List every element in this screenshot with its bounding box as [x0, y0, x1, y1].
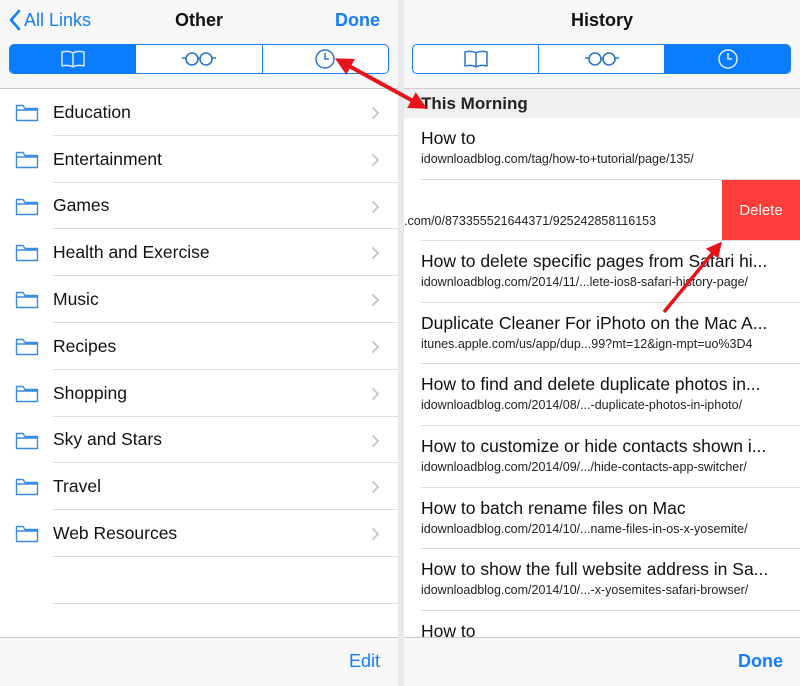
history-item[interactable]: How to find and delete duplicate photos … — [404, 364, 800, 426]
folder-label: Health and Exercise — [53, 242, 210, 263]
bottom-toolbar: Edit — [0, 637, 398, 686]
section-header: This Morning — [404, 89, 800, 118]
chevron-right-icon — [371, 387, 380, 400]
folder-row[interactable]: Web Resources — [0, 510, 398, 557]
history-item[interactable]: How to delete specific pages from Safari… — [404, 241, 800, 303]
tab-bookmarks[interactable] — [10, 45, 137, 73]
folder-row[interactable]: Entertainment — [0, 136, 398, 183]
folder-icon — [15, 151, 39, 168]
folder-row[interactable]: Health and Exercise — [0, 229, 398, 276]
segmented-control — [412, 44, 791, 74]
reading-list-glasses-icon — [181, 52, 216, 66]
empty-row — [0, 557, 398, 604]
history-item-title: How to delete specific pages from Safari… — [421, 251, 768, 272]
folder-icon — [15, 479, 39, 496]
folder-label: Web Resources — [53, 523, 178, 544]
history-item-url: idownloadblog.com/2014/09/.../hide-conta… — [421, 459, 747, 474]
history-item-title: How to show the full website address in … — [421, 559, 769, 580]
nav-bar: History — [404, 0, 800, 89]
chevron-right-icon — [371, 200, 380, 213]
delete-button[interactable]: Delete — [722, 179, 800, 242]
nav-bar: All Links Other Done — [0, 0, 398, 89]
chevron-right-icon — [371, 434, 380, 447]
folder-row[interactable]: Recipes — [0, 323, 398, 370]
folder-icon — [15, 385, 39, 402]
chevron-right-icon — [371, 481, 380, 494]
chevron-right-icon — [371, 294, 380, 307]
folder-icon — [15, 245, 39, 262]
history-item-url: idownloadblog.com/2014/11/...lete-ios8-s… — [421, 275, 749, 290]
done-button[interactable]: Done — [738, 651, 783, 672]
history-item-url: idownloadblog.com/2014/10/...-x-yosemite… — [421, 583, 749, 598]
history-item-title: How to find and delete duplicate photos … — [421, 374, 761, 395]
history-list: How to idownloadblog.com/tag/how-to+tutor… — [404, 118, 800, 672]
folder-row[interactable]: Travel — [0, 463, 398, 510]
history-item-url: idownloadblog.com/tag/how-to+tutorial/pa… — [421, 152, 694, 166]
folder-row[interactable]: Education — [0, 89, 398, 136]
folder-icon — [15, 104, 39, 122]
folder-label: Education — [53, 101, 131, 122]
reading-list-glasses-icon — [584, 52, 619, 66]
folder-label: Recipes — [53, 335, 117, 356]
bookmarks-pane: All Links Other Done Education Entertain… — [0, 0, 398, 686]
history-item-title: How to customize or hide contacts shown … — [421, 435, 767, 456]
history-item-url: idownloadblog.com/2014/08/...-duplicate-… — [421, 398, 743, 413]
history-item-title: How to — [421, 128, 476, 148]
folder-label: Music — [53, 289, 99, 310]
tab-history[interactable] — [665, 45, 790, 73]
page-title: History — [570, 10, 633, 30]
chevron-right-icon — [371, 106, 380, 120]
tab-reading-list[interactable] — [539, 45, 665, 73]
folder-row[interactable]: Music — [0, 276, 398, 323]
history-clock-icon — [717, 49, 738, 69]
history-item-title: How to batch rename files on Mac — [421, 497, 686, 518]
folder-label: Shopping — [53, 382, 127, 403]
history-item[interactable]: How to show the full website address in … — [404, 549, 800, 611]
history-item-title: Duplicate Cleaner For iPhoto on the Mac … — [421, 312, 768, 333]
folder-row[interactable]: Games — [0, 183, 398, 230]
folder-icon — [15, 338, 39, 356]
done-button[interactable]: Done — [335, 10, 380, 31]
history-item-url: itunes.apple.com/us/app/dup...99?mt=12&i… — [421, 336, 753, 351]
history-clock-icon — [315, 49, 336, 69]
folder-list: Education Entertainment Games Health and Ex… — [0, 89, 398, 651]
folder-icon — [15, 432, 39, 449]
history-item-url: idownloadblog.com/2014/10/...name-files-… — [421, 521, 748, 536]
folder-row[interactable]: Sky and Stars — [0, 417, 398, 464]
history-item[interactable]: How to idownloadblog.com/tag/how-to+tutor… — [404, 118, 800, 180]
history-pane: History This Morning How to idownloadblo… — [404, 0, 800, 686]
chevron-right-icon — [371, 340, 380, 354]
segmented-control — [9, 44, 389, 74]
folder-label: Entertainment — [53, 148, 162, 169]
folder-row[interactable]: Shopping — [0, 370, 398, 417]
folder-label: Sky and Stars — [53, 429, 162, 450]
folder-label: Games — [53, 195, 110, 216]
bookmarks-book-icon — [60, 50, 85, 68]
tab-history[interactable] — [263, 45, 388, 73]
history-item-url: .com/0/873355521644371/925242858116153 — [404, 213, 657, 228]
chevron-right-icon — [371, 247, 380, 260]
chevron-right-icon — [371, 153, 380, 166]
history-item[interactable]: How to batch rename files on Mac idownloa… — [404, 488, 800, 550]
folder-icon — [15, 198, 39, 215]
folder-icon — [15, 291, 39, 309]
history-item[interactable]: How to customize or hide contacts shown … — [404, 426, 800, 488]
bottom-toolbar: Done — [404, 637, 800, 686]
chevron-right-icon — [371, 528, 380, 541]
folder-label: Travel — [53, 476, 101, 497]
edit-button[interactable]: Edit — [349, 651, 380, 672]
history-item[interactable]: .com/0/873355521644371/925242858116153 De… — [404, 179, 800, 242]
folder-icon — [15, 525, 39, 543]
history-item[interactable]: Duplicate Cleaner For iPhoto on the Mac … — [404, 303, 800, 365]
bookmarks-book-icon — [463, 50, 488, 68]
tab-reading-list[interactable] — [136, 45, 263, 73]
tab-bookmarks[interactable] — [413, 45, 539, 73]
